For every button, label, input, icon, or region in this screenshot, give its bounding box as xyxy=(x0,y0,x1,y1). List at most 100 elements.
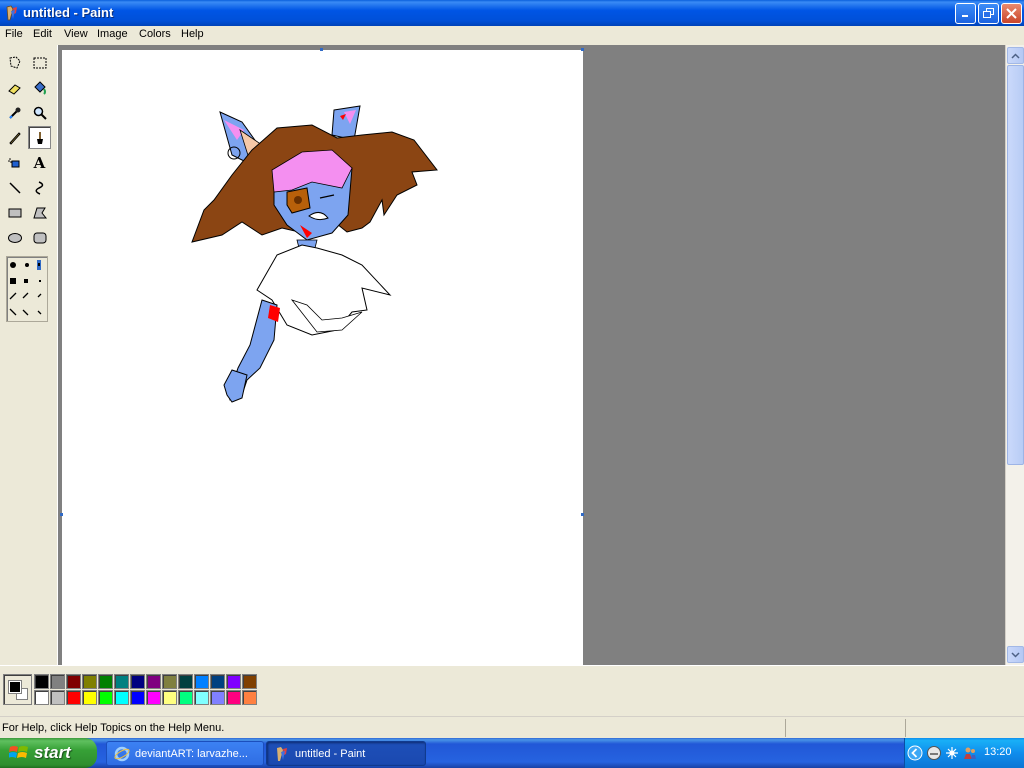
tool-magnifier[interactable] xyxy=(28,101,51,124)
tool-select[interactable] xyxy=(28,51,51,74)
palette-swatch[interactable] xyxy=(194,674,209,689)
user-icon[interactable] xyxy=(962,745,978,761)
network-icon[interactable] xyxy=(944,745,960,761)
messenger-icon[interactable] xyxy=(926,745,942,761)
palette-swatch[interactable] xyxy=(98,690,113,705)
minimize-button[interactable] xyxy=(955,3,976,24)
palette-swatch[interactable] xyxy=(34,674,49,689)
palette-swatch[interactable] xyxy=(130,690,145,705)
palette-swatch[interactable] xyxy=(226,674,241,689)
color-box xyxy=(0,665,1024,715)
tool-fill-with-color[interactable] xyxy=(28,76,51,99)
drawing-canvas[interactable] xyxy=(62,50,583,665)
palette-swatch[interactable] xyxy=(34,690,49,705)
eyedropper-icon xyxy=(8,107,20,119)
tool-ellipse[interactable] xyxy=(3,226,26,249)
menu-help[interactable]: Help xyxy=(181,28,204,40)
palette-swatch[interactable] xyxy=(50,674,65,689)
tool-rounded-rectangle[interactable] xyxy=(28,226,51,249)
brush-shape-options[interactable] xyxy=(6,256,48,322)
menu-file[interactable]: File xyxy=(5,28,23,40)
palette-swatch[interactable] xyxy=(114,690,129,705)
tool-line[interactable] xyxy=(3,176,26,199)
palette-swatch[interactable] xyxy=(178,690,193,705)
resize-handle-left[interactable] xyxy=(60,513,63,516)
chevron-down-icon xyxy=(1011,651,1020,658)
windows-logo-icon xyxy=(9,746,28,758)
scroll-down-button[interactable] xyxy=(1007,646,1024,663)
paint-bucket-icon xyxy=(33,80,46,95)
scroll-up-button[interactable] xyxy=(1007,47,1024,64)
tool-free-form-select[interactable] xyxy=(3,51,26,74)
tool-polygon[interactable] xyxy=(28,201,51,224)
line-icon xyxy=(8,181,21,194)
palette-swatch[interactable] xyxy=(66,690,81,705)
task-label: deviantART: larvazhe... xyxy=(135,748,248,760)
palette-swatch[interactable] xyxy=(226,690,241,705)
tool-eraser[interactable] xyxy=(3,76,26,99)
taskbar-button-paint[interactable]: untitled - Paint xyxy=(266,741,426,766)
palette-swatch[interactable] xyxy=(194,690,209,705)
polygon-icon xyxy=(32,207,47,218)
resize-handle-top-right[interactable] xyxy=(581,48,584,51)
palette-swatch[interactable] xyxy=(82,674,97,689)
palette-swatch[interactable] xyxy=(210,674,225,689)
brush-shapes-icon xyxy=(9,260,42,316)
tool-rectangle[interactable] xyxy=(3,201,26,224)
palette-swatch[interactable] xyxy=(146,690,161,705)
tool-curve[interactable] xyxy=(28,176,51,199)
status-pane-coordinates xyxy=(785,719,905,737)
palette-swatch[interactable] xyxy=(162,674,177,689)
resize-handle-top[interactable] xyxy=(320,48,323,51)
eraser-icon xyxy=(7,83,21,95)
canvas-drawing xyxy=(191,105,438,403)
tool-brush[interactable] xyxy=(28,126,51,149)
foreground-color xyxy=(8,680,22,694)
title-bar: untitled - Paint xyxy=(0,0,1024,26)
taskbar-button-deviantart[interactable]: deviantART: larvazhe... xyxy=(106,741,264,766)
tool-airbrush[interactable] xyxy=(3,151,26,174)
vertical-scrollbar[interactable] xyxy=(1005,45,1024,665)
paint-app-icon xyxy=(6,5,17,21)
palette-swatch[interactable] xyxy=(130,674,145,689)
chevron-up-icon xyxy=(1011,52,1020,59)
clock: 13:20 xyxy=(984,746,1012,758)
palette-swatch[interactable] xyxy=(82,690,97,705)
palette-swatch[interactable] xyxy=(114,674,129,689)
close-icon xyxy=(1006,8,1017,19)
palette-swatch[interactable] xyxy=(242,674,257,689)
palette-swatch[interactable] xyxy=(162,690,177,705)
text-icon: A xyxy=(33,153,46,172)
pencil-icon xyxy=(8,131,21,145)
magnifier-icon xyxy=(33,106,47,120)
window-title: untitled - Paint xyxy=(23,5,114,20)
chevron-left-icon[interactable] xyxy=(907,745,923,761)
menu-image[interactable]: Image xyxy=(97,28,128,40)
restore-button[interactable] xyxy=(978,3,999,24)
palette-swatch[interactable] xyxy=(178,674,193,689)
palette-swatch[interactable] xyxy=(50,690,65,705)
tool-text[interactable]: A xyxy=(28,151,51,174)
paint-icon xyxy=(277,747,287,761)
tool-pick-color[interactable] xyxy=(3,101,26,124)
palette-swatch[interactable] xyxy=(146,674,161,689)
rect-select-icon xyxy=(33,57,46,68)
palette-swatch[interactable] xyxy=(66,674,81,689)
palette-swatch[interactable] xyxy=(242,690,257,705)
scroll-thumb[interactable] xyxy=(1007,65,1024,465)
workspace xyxy=(58,45,1005,665)
tool-pencil[interactable] xyxy=(3,126,26,149)
menu-colors[interactable]: Colors xyxy=(139,28,171,40)
palette-swatch[interactable] xyxy=(98,674,113,689)
close-button[interactable] xyxy=(1001,3,1022,24)
start-button[interactable]: start xyxy=(0,738,97,768)
menu-edit[interactable]: Edit xyxy=(33,28,52,40)
menu-view[interactable]: View xyxy=(64,28,88,40)
rectangle-icon xyxy=(8,208,21,217)
ellipse-icon xyxy=(7,232,22,243)
resize-handle-right[interactable] xyxy=(581,513,584,516)
restore-icon xyxy=(983,8,994,18)
palette-swatch[interactable] xyxy=(210,690,225,705)
internet-explorer-icon xyxy=(114,746,130,762)
current-colors[interactable] xyxy=(3,674,32,705)
